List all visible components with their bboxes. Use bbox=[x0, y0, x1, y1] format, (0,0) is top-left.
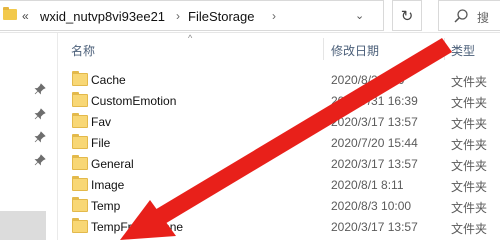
sort-ascending-icon: ^ bbox=[188, 33, 193, 43]
column-header-date[interactable]: 修改日期 bbox=[331, 42, 379, 59]
list-item[interactable]: General 2020/3/17 13:57 文件夹 bbox=[58, 153, 500, 174]
folder-icon bbox=[3, 7, 17, 20]
list-item[interactable]: Fav 2020/3/17 13:57 文件夹 bbox=[58, 111, 500, 132]
nav-item-selected[interactable] bbox=[0, 211, 46, 240]
file-type: 文件夹 bbox=[451, 96, 488, 110]
search-input[interactable]: 搜 bbox=[438, 0, 500, 31]
list-item[interactable]: File 2020/7/20 15:44 文件夹 bbox=[58, 132, 500, 153]
file-name: Temp bbox=[91, 199, 121, 213]
file-name: General bbox=[91, 157, 134, 171]
file-name: Fav bbox=[91, 115, 112, 129]
file-name: Cache bbox=[91, 73, 126, 87]
column-header-name[interactable]: 名称 bbox=[71, 42, 95, 59]
file-type: 文件夹 bbox=[451, 75, 488, 89]
file-type: 文件夹 bbox=[451, 201, 488, 215]
breadcrumb-filestorage[interactable]: FileStorage bbox=[188, 9, 254, 24]
address-bar-row: « wxid_nutvp8vi93ee21 › FileStorage › ⌄ … bbox=[0, 0, 500, 33]
address-history-dropdown[interactable]: ⌄ bbox=[355, 9, 364, 22]
file-name: File bbox=[91, 136, 111, 150]
folder-icon bbox=[72, 176, 88, 191]
folder-icon bbox=[72, 218, 88, 233]
column-divider[interactable] bbox=[323, 38, 324, 60]
file-date: 2020/3/17 13:57 bbox=[331, 157, 418, 171]
pin-icon bbox=[34, 131, 46, 143]
search-icon bbox=[454, 9, 468, 23]
file-date: 2020/7/31 16:39 bbox=[331, 94, 418, 108]
list-item[interactable]: Cache 2020/8/2 8:40 文件夹 bbox=[58, 69, 500, 90]
breadcrumb-wxid[interactable]: wxid_nutvp8vi93ee21 bbox=[40, 9, 165, 24]
file-date: 2020/8/2 8:40 bbox=[331, 73, 405, 87]
search-placeholder: 搜 bbox=[477, 11, 490, 25]
breadcrumb-overflow-button[interactable]: « bbox=[22, 9, 29, 23]
file-type: 文件夹 bbox=[451, 138, 488, 152]
address-bar[interactable]: « wxid_nutvp8vi93ee21 › FileStorage › ⌄ bbox=[0, 0, 384, 31]
file-date: 2020/3/17 13:57 bbox=[331, 220, 418, 234]
file-date: 2020/8/1 8:11 bbox=[331, 178, 404, 192]
refresh-button[interactable]: ↻ bbox=[392, 0, 422, 31]
column-header-type[interactable]: 类型 bbox=[451, 42, 475, 59]
column-divider[interactable] bbox=[444, 38, 445, 60]
pin-icon bbox=[34, 154, 46, 166]
folder-icon bbox=[72, 71, 88, 86]
refresh-icon: ↻ bbox=[400, 7, 414, 25]
file-date: 2020/8/3 10:00 bbox=[331, 199, 412, 213]
file-name: TempFromPhone bbox=[91, 220, 184, 234]
navigation-pane bbox=[0, 33, 58, 240]
file-type: 文件夹 bbox=[451, 159, 488, 173]
file-date: 2020/3/17 13:57 bbox=[331, 115, 418, 129]
folder-icon bbox=[72, 113, 88, 128]
folder-icon bbox=[72, 134, 88, 149]
file-type: 文件夹 bbox=[451, 180, 488, 194]
folder-icon bbox=[72, 155, 88, 170]
pin-icon bbox=[34, 83, 46, 95]
list-item[interactable]: TempFromPhone 2020/3/17 13:57 文件夹 bbox=[58, 216, 500, 237]
folder-icon bbox=[72, 92, 88, 107]
folder-icon bbox=[72, 197, 88, 212]
file-type: 文件夹 bbox=[451, 222, 488, 236]
list-item[interactable]: Image 2020/8/1 8:11 文件夹 bbox=[58, 174, 500, 195]
file-name: CustomEmotion bbox=[91, 94, 177, 108]
list-item[interactable]: Temp 2020/8/3 10:00 文件夹 bbox=[58, 195, 500, 216]
file-date: 2020/7/20 15:44 bbox=[331, 136, 418, 150]
pin-icon bbox=[34, 108, 46, 120]
chevron-right-icon[interactable]: › bbox=[272, 9, 276, 23]
file-type: 文件夹 bbox=[451, 117, 488, 131]
file-name: Image bbox=[91, 178, 125, 192]
chevron-right-icon[interactable]: › bbox=[176, 9, 180, 23]
list-item[interactable]: CustomEmotion 2020/7/31 16:39 文件夹 bbox=[58, 90, 500, 111]
